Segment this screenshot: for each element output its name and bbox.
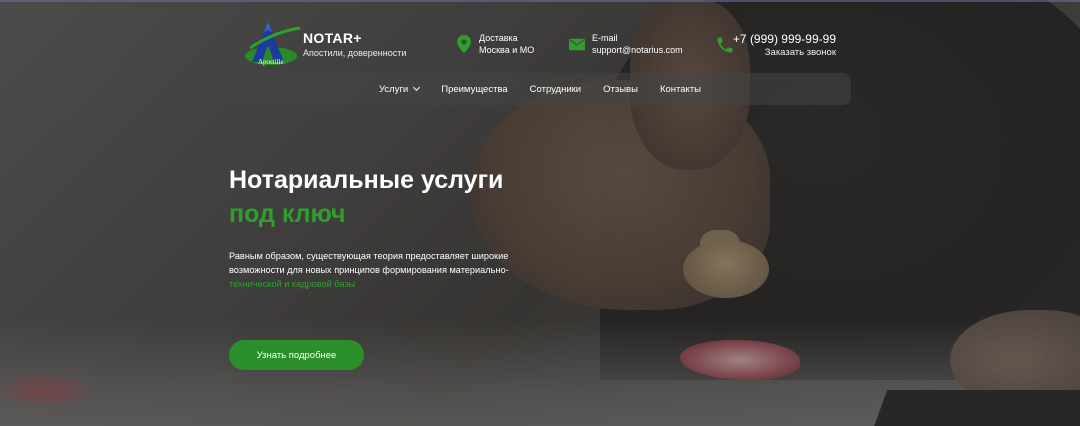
bg-overlay	[0, 0, 1080, 426]
chevron-down-icon	[413, 83, 421, 92]
hero-description-text: Равным образом, существующая теория пред…	[229, 251, 509, 275]
nav-item-contacts[interactable]: Контакты	[660, 84, 701, 95]
logo-icon: Apostille	[245, 22, 301, 66]
nav-item-advantages[interactable]: Преимущества	[441, 84, 507, 95]
delivery-info: Доставка Москва и МО	[456, 32, 534, 56]
delivery-label: Доставка	[479, 33, 518, 43]
main-nav: Услуги Преимущества Сотрудники Отзывы Ко…	[229, 73, 851, 105]
hero-title: Нотариальные услуги	[229, 166, 504, 194]
nav-item-reviews[interactable]: Отзывы	[603, 84, 638, 95]
logo[interactable]: Apostille	[244, 18, 302, 68]
nav-item-services[interactable]: Услуги	[379, 83, 421, 95]
phone-number[interactable]: +7 (999) 999-99-99	[733, 32, 836, 46]
delivery-value: Москва и МО	[479, 45, 535, 55]
nav-item-label: Отзывы	[603, 83, 638, 95]
email-link[interactable]: support@notarius.com	[592, 44, 683, 56]
hero-background	[0, 0, 1080, 426]
email-info: E-mail support@notarius.com	[569, 32, 683, 56]
hero-description: Равным образом, существующая теория пред…	[229, 249, 529, 291]
callback-link[interactable]: Заказать звонок	[765, 47, 836, 58]
top-border	[0, 0, 1080, 2]
nav-item-label: Преимущества	[441, 83, 508, 95]
map-pin-icon	[456, 35, 472, 53]
hero-description-highlight: технической и кадровой базы	[229, 279, 356, 289]
learn-more-button[interactable]: Узнать подробнее	[229, 340, 364, 370]
nav-item-label: Услуги	[379, 83, 409, 95]
nav-item-label: Контакты	[659, 83, 701, 95]
hero-title-accent: под ключ	[229, 200, 346, 228]
brand-title: NOTAR+	[303, 30, 362, 46]
nav-item-label: Сотрудники	[529, 83, 582, 95]
envelope-icon	[569, 36, 585, 52]
nav-item-staff[interactable]: Сотрудники	[530, 84, 581, 95]
logo-text: Apostille	[258, 58, 284, 66]
email-label: E-mail	[592, 33, 618, 43]
brand-subtitle: Апостили, доверенности	[303, 48, 407, 58]
